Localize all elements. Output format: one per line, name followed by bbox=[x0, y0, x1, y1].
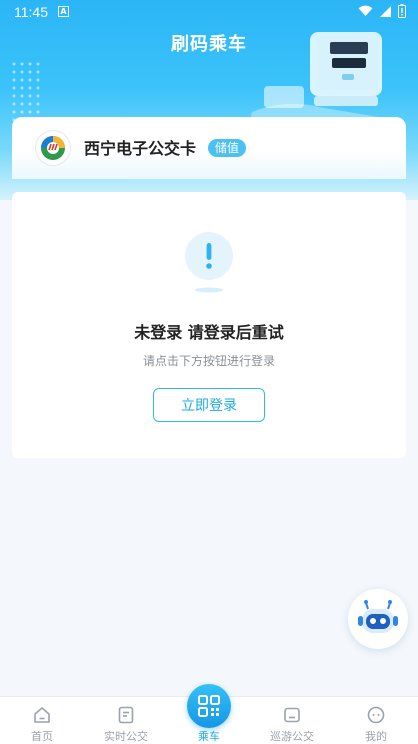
login-required-panel: 未登录 请登录后重试 请点击下方按钮进行登录 立即登录 bbox=[12, 192, 406, 458]
assistant-robot-button[interactable] bbox=[348, 589, 408, 649]
card-name: 西宁电子公交卡 bbox=[84, 139, 197, 158]
tab-profile-label: 我的 bbox=[365, 730, 387, 743]
home-icon bbox=[34, 707, 50, 723]
status-bar: 11:45 A bbox=[0, 0, 418, 24]
tab-tour-bus[interactable]: 巡游公交 bbox=[250, 697, 334, 744]
login-required-title: 未登录 请登录后重试 bbox=[134, 323, 284, 342]
battery-icon bbox=[398, 4, 406, 18]
tab-realtime-bus[interactable]: 实时公交 bbox=[84, 697, 168, 744]
tab-home[interactable]: 首页 bbox=[0, 697, 84, 744]
stored-value-badge: 储值 bbox=[208, 139, 247, 157]
realtime-bus-icon bbox=[118, 706, 134, 724]
status-time: 11:45 bbox=[14, 4, 48, 20]
bus-card-logo bbox=[36, 131, 70, 165]
tab-ride-label: 乘车 bbox=[198, 730, 220, 743]
exclamation-icon bbox=[185, 232, 233, 293]
signal-icon bbox=[380, 5, 391, 17]
notification-letter-icon: A bbox=[58, 6, 69, 17]
login-button[interactable]: 立即登录 bbox=[153, 388, 265, 422]
wifi-icon bbox=[358, 5, 373, 16]
tab-home-label: 首页 bbox=[31, 730, 53, 743]
tab-profile[interactable]: 我的 bbox=[334, 697, 418, 744]
bus-card-header[interactable]: 西宁电子公交卡 储值 bbox=[12, 117, 406, 179]
ride-qr-button[interactable] bbox=[187, 684, 231, 728]
page-title: 刷码乘车 bbox=[171, 34, 247, 55]
tab-realtime-bus-label: 实时公交 bbox=[104, 730, 148, 743]
qr-code-icon bbox=[198, 695, 220, 717]
xining-bus-logo-icon bbox=[41, 136, 65, 160]
login-required-subtitle: 请点击下方按钮进行登录 bbox=[142, 354, 275, 368]
profile-icon bbox=[367, 706, 385, 724]
tab-tour-bus-label: 巡游公交 bbox=[270, 730, 314, 743]
robot-icon bbox=[358, 600, 398, 633]
tour-bus-icon bbox=[284, 707, 300, 723]
